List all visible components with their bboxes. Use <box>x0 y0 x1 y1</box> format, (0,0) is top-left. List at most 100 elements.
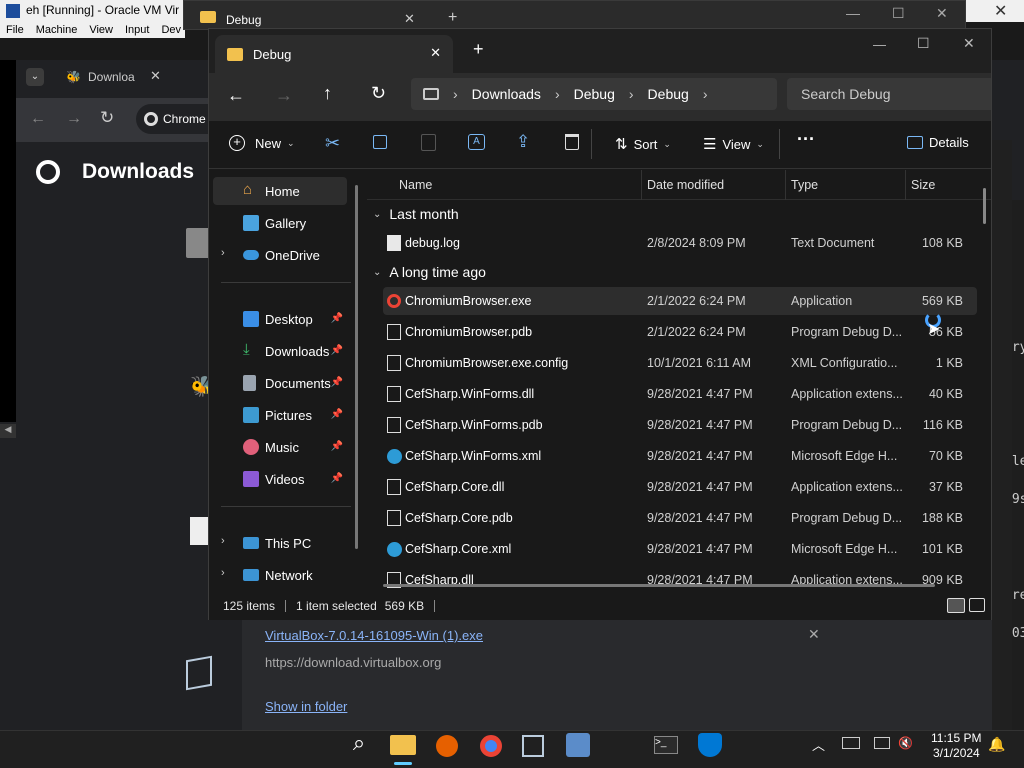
add-tab-icon[interactable]: + <box>473 39 484 60</box>
breadcrumb-downloads[interactable]: Downloads <box>472 86 541 102</box>
more-options-icon[interactable]: ··· <box>797 129 815 150</box>
table-row[interactable]: CefSharp.Core.xml 9/28/2021 4:47 PM Micr… <box>383 535 977 563</box>
vm-menu-view[interactable]: View <box>89 24 113 36</box>
chevron-right-icon[interactable]: › <box>221 567 225 579</box>
add-tab-icon[interactable]: + <box>448 9 457 27</box>
pin-icon[interactable]: 📌 <box>331 441 343 452</box>
table-row-selected[interactable]: ChromiumBrowser.exe 2/1/2022 6:24 PM App… <box>383 287 977 315</box>
column-header-type[interactable]: Type <box>791 178 818 192</box>
display-icon[interactable] <box>874 737 890 749</box>
close-icon[interactable]: ✕ <box>404 11 415 27</box>
nav-item-music[interactable]: Music 📌 <box>213 433 347 461</box>
back-arrow-icon[interactable]: ← <box>227 85 245 106</box>
chevron-down-icon[interactable]: ⌄ <box>373 267 381 278</box>
chrome-icon[interactable] <box>480 735 502 757</box>
column-divider[interactable] <box>641 170 642 200</box>
table-row[interactable]: CefSharp.Core.pdb 9/28/2021 4:47 PM Prog… <box>383 504 977 532</box>
maximize-icon[interactable]: ☐ <box>892 5 905 22</box>
copy-icon[interactable] <box>373 135 387 149</box>
column-divider[interactable] <box>905 170 906 200</box>
close-tab-icon[interactable]: ✕ <box>430 45 441 61</box>
minimize-icon[interactable]: — <box>873 37 886 52</box>
chevron-right-icon[interactable]: › <box>453 86 458 102</box>
vm-menu-file[interactable]: File <box>6 24 24 36</box>
rename-icon[interactable]: A <box>468 134 485 150</box>
vertical-scrollbar[interactable] <box>983 188 986 224</box>
nav-item-pictures[interactable]: Pictures 📌 <box>213 401 347 429</box>
reload-icon[interactable]: ↻ <box>100 108 114 128</box>
table-row[interactable]: CefSharp.WinForms.dll 9/28/2021 4:47 PM … <box>383 380 977 408</box>
breadcrumb-debug-current[interactable]: Debug <box>648 86 689 102</box>
vm-menu-input[interactable]: Input <box>125 24 149 36</box>
back-arrow-icon[interactable]: ← <box>30 110 46 128</box>
refresh-icon[interactable]: ↻ <box>371 83 386 104</box>
nav-item-documents[interactable]: Documents 📌 <box>213 369 347 397</box>
up-arrow-icon[interactable]: ↑ <box>323 83 332 104</box>
cut-icon[interactable]: ✂ <box>325 133 340 154</box>
details-view-icon[interactable] <box>947 598 965 613</box>
column-divider[interactable] <box>785 170 786 200</box>
pin-icon[interactable]: 📌 <box>331 313 343 324</box>
nav-item-network[interactable]: › Network <box>213 561 347 589</box>
chrome-tab-label[interactable]: Downloa <box>88 70 135 84</box>
search-input[interactable]: Search Debug <box>801 86 891 102</box>
table-row[interactable]: CefSharp.WinForms.xml 9/28/2021 4:47 PM … <box>383 442 977 470</box>
chevron-right-icon[interactable]: › <box>221 247 225 259</box>
terminal-icon[interactable]: >_ <box>654 736 678 754</box>
new-button[interactable]: + New ⌄ <box>229 135 295 151</box>
firefox-icon[interactable] <box>436 735 458 757</box>
search-box[interactable]: Search Debug <box>787 78 991 110</box>
pin-icon[interactable]: 📌 <box>331 473 343 484</box>
nav-item-videos[interactable]: Videos 📌 <box>213 465 347 493</box>
nav-item-gallery[interactable]: Gallery <box>213 209 347 237</box>
vm-close-icon[interactable]: ✕ <box>994 1 1007 21</box>
nav-item-desktop[interactable]: Desktop 📌 <box>213 305 347 333</box>
tiles-view-icon[interactable] <box>969 598 985 612</box>
forward-arrow-icon[interactable]: → <box>66 110 82 128</box>
nav-item-this-pc[interactable]: › This PC <box>213 529 347 557</box>
column-header-name[interactable]: Name <box>399 178 432 192</box>
table-row[interactable]: ChromiumBrowser.pdb 2/1/2022 6:24 PM Pro… <box>383 318 977 346</box>
file-explorer-icon[interactable] <box>390 735 416 755</box>
app-icon[interactable] <box>566 733 590 757</box>
nav-item-downloads[interactable]: ⤓ Downloads 📌 <box>213 337 347 365</box>
horizontal-scrollbar[interactable] <box>383 584 935 587</box>
close-icon[interactable]: ✕ <box>150 68 161 84</box>
pin-icon[interactable]: 📌 <box>331 409 343 420</box>
chevron-down-icon[interactable]: ⌄ <box>373 209 381 220</box>
volume-muted-icon[interactable]: 🔇 <box>898 736 913 750</box>
chevron-right-icon[interactable]: › <box>629 86 634 102</box>
pin-icon[interactable]: 📌 <box>331 377 343 388</box>
clock-date[interactable]: 3/1/2024 <box>933 746 980 760</box>
chevron-right-icon[interactable]: › <box>221 535 225 547</box>
table-row[interactable]: debug.log 2/8/2024 8:09 PM Text Document… <box>383 229 977 257</box>
breadcrumb[interactable]: › Downloads › Debug › Debug › <box>411 78 777 110</box>
download-filename-link[interactable]: VirtualBox-7.0.14-161095-Win (1).exe <box>265 628 483 643</box>
shield-icon[interactable] <box>698 733 722 757</box>
chevron-right-icon[interactable]: › <box>555 86 560 102</box>
delete-icon[interactable] <box>565 134 579 150</box>
group-header-long-ago[interactable]: ⌄ A long time ago <box>373 264 486 280</box>
table-row[interactable]: CefSharp.WinForms.pdb 9/28/2021 4:47 PM … <box>383 411 977 439</box>
table-row[interactable]: ChromiumBrowser.exe.config 10/1/2021 6:1… <box>383 349 977 377</box>
close-icon[interactable]: ✕ <box>936 5 948 22</box>
remove-download-icon[interactable]: ✕ <box>808 626 820 643</box>
column-header-size[interactable]: Size <box>911 178 935 192</box>
notification-bell-icon[interactable]: 🔔 <box>988 736 1005 753</box>
breadcrumb-debug[interactable]: Debug <box>574 86 615 102</box>
clock-time[interactable]: 11:15 PM <box>931 731 981 745</box>
close-window-icon[interactable]: ✕ <box>963 35 975 52</box>
virtualbox-icon[interactable] <box>522 735 544 757</box>
column-header-date[interactable]: Date modified <box>647 178 724 192</box>
search-icon[interactable]: ⌕ <box>344 730 374 760</box>
share-icon[interactable]: ⇪ <box>516 132 530 152</box>
forward-arrow-icon[interactable]: → <box>275 85 293 106</box>
chevron-right-icon[interactable]: › <box>703 86 708 102</box>
chevron-up-icon[interactable]: ︿ <box>812 735 825 754</box>
group-header-last-month[interactable]: ⌄ Last month <box>373 206 459 222</box>
nav-item-home[interactable]: ⌂ Home <box>213 177 347 205</box>
network-disconnected-icon[interactable] <box>842 737 860 749</box>
vm-menu-machine[interactable]: Machine <box>36 24 78 36</box>
explorer-tab[interactable]: Debug ✕ <box>215 35 453 73</box>
minimize-icon[interactable]: — <box>846 5 860 21</box>
